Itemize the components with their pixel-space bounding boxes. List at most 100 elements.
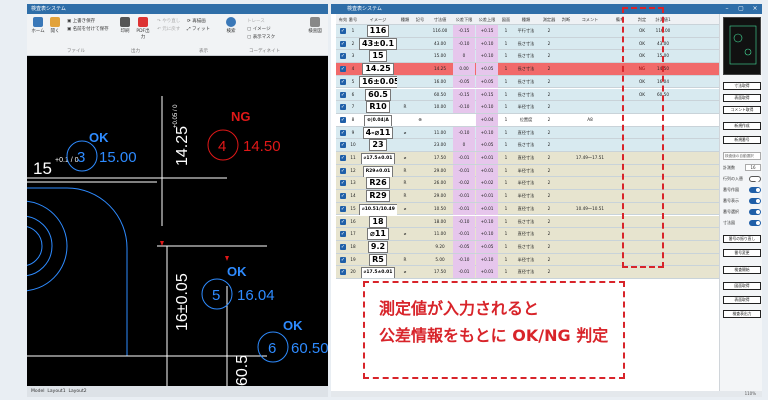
- callout-line-2: 公差情報をもとに OK/NG 判定: [379, 326, 609, 345]
- row-enabled-checkbox[interactable]: ✓: [338, 152, 348, 164]
- table-get-button[interactable]: 表面取得: [723, 94, 761, 102]
- comment-get-button[interactable]: コメント取得: [723, 106, 761, 114]
- col-header[interactable]: 判断: [560, 14, 572, 25]
- col-header[interactable]: 種類: [398, 14, 412, 25]
- col-header[interactable]: 有効: [338, 14, 348, 25]
- drawing-get-button[interactable]: 図面取得: [723, 282, 761, 290]
- minimize-button[interactable]: –: [720, 4, 734, 14]
- row-lo: -0.10: [453, 126, 475, 139]
- col-header[interactable]: 寸法値: [428, 14, 452, 25]
- open-button[interactable]: 開く: [47, 17, 63, 34]
- col-header[interactable]: イメージ: [359, 14, 397, 25]
- row-enabled-checkbox[interactable]: ✓: [338, 38, 348, 50]
- col-header[interactable]: 公差下限: [453, 14, 475, 25]
- row-kind: R: [403, 104, 407, 110]
- col-header[interactable]: 公差上限: [476, 14, 498, 25]
- row-enabled-checkbox[interactable]: ✓: [338, 228, 348, 240]
- col-header[interactable]: 番号: [348, 14, 358, 25]
- row-t: 半径寸法: [517, 180, 535, 186]
- row-enabled-checkbox[interactable]: ✓: [338, 114, 348, 126]
- check-icon: ✓: [340, 218, 346, 225]
- home-button[interactable]: ホーム: [30, 17, 46, 34]
- cad-canvas[interactable]: 15 +0.1 / 0 14.25 +0.05 / 0 16±0.05 60.5…: [27, 56, 328, 386]
- search-button[interactable]: 検索: [223, 17, 239, 34]
- check-icon: ✓: [340, 78, 346, 85]
- row-enabled-checkbox[interactable]: ✓: [338, 165, 348, 177]
- zoom-value: 110%: [744, 391, 756, 396]
- side-panel: 寸法取得 表面取得 コメント取得 新規作成 新規番号 検査値の自動選択 計測数 …: [719, 14, 762, 397]
- toggle-dim-draw[interactable]: 寸法図: [723, 220, 761, 227]
- maximize-button[interactable]: ▢: [734, 4, 748, 14]
- row-enabled-checkbox[interactable]: ✓: [338, 177, 348, 189]
- close-button[interactable]: ×: [748, 4, 762, 14]
- pdf-button[interactable]: PDF出力: [135, 17, 151, 40]
- row-enabled-checkbox[interactable]: ✓: [338, 254, 348, 266]
- redo-button[interactable]: ↷ やり直し: [157, 18, 180, 24]
- row-lo: -0.05: [453, 240, 475, 253]
- inspect-start-button[interactable]: 検査開始: [723, 266, 761, 274]
- toggle-swap[interactable]: 行列の入替: [723, 176, 761, 183]
- row-enabled-checkbox[interactable]: ✓: [338, 190, 348, 202]
- row-enabled-checkbox[interactable]: ✓: [338, 203, 348, 215]
- toggle-number-draw[interactable]: 番号作図: [723, 187, 761, 194]
- renumber-button[interactable]: 番号の振り直し: [723, 235, 761, 243]
- table-get-button-2[interactable]: 表面取得: [723, 296, 761, 304]
- new-create-button[interactable]: 新規作成: [723, 122, 761, 130]
- row-hi: +0.05: [476, 240, 498, 253]
- row-q: 2: [547, 129, 551, 135]
- row-kind: ⌀: [403, 231, 407, 237]
- minimap[interactable]: [723, 17, 761, 75]
- callout-line-1: 測定値が入力されると: [379, 299, 540, 318]
- toggle-dim-draw-switch[interactable]: [749, 220, 761, 226]
- row-sym: [413, 25, 427, 37]
- auto-select-dropdown[interactable]: 検査値の自動選択: [723, 152, 761, 160]
- balloon-5-value: 16.04: [237, 287, 275, 304]
- undo-button[interactable]: ↶ 元に戻す: [157, 26, 180, 32]
- row-enabled-checkbox[interactable]: ✓: [338, 101, 348, 113]
- table-row[interactable]: ✓ 20 ⌀17.5±0.01 ⌀ 17.50 -0.01 +0.01 1 直径寸法 2: [336, 266, 719, 279]
- row-enabled-checkbox[interactable]: ✓: [338, 89, 348, 101]
- row-enabled-checkbox[interactable]: ✓: [338, 76, 348, 88]
- toggle-number-select-switch[interactable]: [749, 209, 761, 215]
- table-output-button[interactable]: 検査表出力: [723, 310, 761, 318]
- row-enabled-checkbox[interactable]: ✓: [338, 216, 348, 228]
- row-q: 2: [547, 256, 551, 262]
- refresh-button[interactable]: ⟳ 再描画: [187, 18, 206, 24]
- dim-image-text: 43±0.1: [359, 37, 397, 50]
- toggle-number-draw-switch[interactable]: [749, 187, 761, 193]
- number-change-button[interactable]: 番号変更: [723, 249, 761, 257]
- fit-button[interactable]: ⤢ フィット: [187, 26, 210, 32]
- inspect-button[interactable]: 検査図: [306, 17, 324, 34]
- new-number-button[interactable]: 新規番号: [723, 136, 761, 144]
- row-enabled-checkbox[interactable]: ✓: [338, 241, 348, 253]
- dim-image-text: ⊕|0.04|A: [364, 114, 392, 126]
- row-enabled-checkbox[interactable]: ✓: [338, 139, 348, 151]
- trace-button[interactable]: トレース: [247, 18, 265, 24]
- toggle-number-show-switch[interactable]: [749, 198, 761, 204]
- dim-get-button[interactable]: 寸法取得: [723, 82, 761, 90]
- row-enabled-checkbox[interactable]: ✓: [338, 50, 348, 62]
- toggle-number-select[interactable]: 番号選択: [723, 209, 761, 216]
- row-enabled-checkbox[interactable]: ✓: [338, 25, 348, 37]
- col-header[interactable]: 測定器: [539, 14, 559, 25]
- col-header[interactable]: コメント: [573, 14, 607, 25]
- col-header[interactable]: 種類: [514, 14, 538, 25]
- tab-layout2[interactable]: Layout2: [68, 389, 86, 394]
- count-input[interactable]: 16: [745, 164, 761, 171]
- row-q: 2: [547, 116, 551, 122]
- print-button[interactable]: 印刷: [117, 17, 133, 34]
- row-enabled-checkbox[interactable]: ✓: [338, 63, 348, 75]
- col-header[interactable]: 図面: [499, 14, 513, 25]
- tab-model[interactable]: Model: [31, 389, 45, 394]
- tab-layout1[interactable]: Layout1: [47, 389, 65, 394]
- col-header[interactable]: 記号: [413, 14, 427, 25]
- display-mask-button[interactable]: ▢ 表示マスク: [247, 34, 275, 40]
- toggle-number-show[interactable]: 番号表示: [723, 198, 761, 205]
- image-button[interactable]: ▢ イメージ: [247, 26, 271, 32]
- save-as-button[interactable]: ▣ 名前を付けて保存: [67, 26, 109, 32]
- row-enabled-checkbox[interactable]: ✓: [338, 127, 348, 139]
- row-enabled-checkbox[interactable]: ✓: [338, 266, 348, 278]
- row-extra: [560, 241, 572, 253]
- overwrite-save-button[interactable]: ▣ 上書き保存: [67, 18, 95, 24]
- toggle-swap-switch[interactable]: [749, 176, 761, 182]
